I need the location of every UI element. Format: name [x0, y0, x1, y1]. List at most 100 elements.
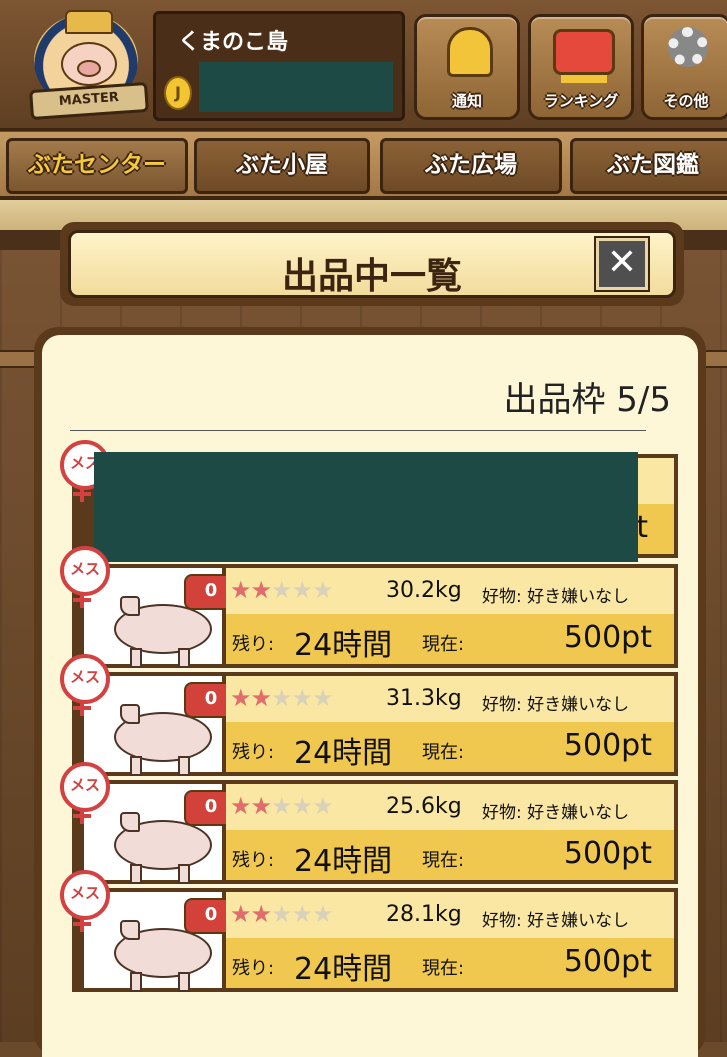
current-label: 現在:	[422, 850, 465, 871]
pig-ear	[120, 812, 140, 832]
female-icon: メス	[60, 762, 110, 824]
female-symbol-cross	[73, 706, 91, 710]
listing-row-top: ★★★★★ 30.2kg 好物: 好き嫌いなし	[226, 568, 674, 614]
nav-tabs: ぶたセンター ぶた小屋 ぶた広場 ぶた図鑑	[0, 132, 727, 200]
ranking-button[interactable]: ランキング	[528, 14, 634, 120]
listing-item[interactable]: 0 ★★★★★ 30.2kg 好物: 好き嫌いなし 残り: 24時間 現在: 5…	[60, 546, 678, 668]
female-symbol-cross	[73, 598, 91, 602]
current-price: 500pt	[563, 728, 652, 763]
tab-pig-encyclopedia[interactable]: ぶた図鑑	[570, 138, 727, 194]
star-empty-icon: ★	[291, 792, 313, 820]
tab-pig-center[interactable]: ぶたセンター	[6, 138, 188, 194]
star-rating: ★★★★★	[230, 900, 334, 928]
pig-weight: 25.6kg	[386, 794, 462, 819]
star-filled-icon: ★	[230, 900, 251, 928]
pig-icon	[114, 812, 212, 884]
star-empty-icon: ★	[312, 684, 333, 712]
listing-info: ★★★★★ 31.3kg 好物: 好き嫌いなし 残り: 24時間 現在: 500…	[226, 676, 674, 772]
listing-row-top: ★★★★★ 25.6kg 好物: 好き嫌いなし	[226, 784, 674, 830]
female-symbol-cross	[73, 814, 91, 818]
pig-likes: 好物: 好き嫌いなし	[482, 911, 630, 931]
divider	[70, 430, 646, 431]
remaining-time: 24時間	[294, 628, 393, 663]
listing-row-bottom: 残り: 24時間 現在: 500pt	[226, 938, 674, 988]
star-empty-icon: ★	[271, 684, 292, 712]
current-label: 現在:	[422, 742, 465, 763]
star-empty-icon: ★	[312, 900, 333, 928]
female-symbol-cross	[73, 492, 91, 496]
star-rating: ★★★★★	[230, 792, 334, 820]
ranking-label: ランキング	[543, 92, 619, 110]
remaining-label: 残り:	[232, 742, 275, 763]
female-symbol-cross	[73, 922, 91, 926]
gender-label: メス	[69, 884, 100, 902]
pig-likes: 好物: 好き嫌いなし	[482, 803, 630, 823]
current-price: 500pt	[563, 620, 652, 655]
pig-ear	[120, 920, 140, 940]
listing-row-top: ★★★★★ 28.1kg 好物: 好き嫌いなし	[226, 892, 674, 938]
pig-leg	[130, 972, 142, 992]
remaining-time: 24時間	[294, 736, 393, 771]
pig-likes: 好物: 好き嫌いなし	[482, 695, 630, 715]
tab-pig-plaza[interactable]: ぶた広場	[380, 138, 562, 194]
female-icon: メス	[60, 654, 110, 716]
current-label: 現在:	[422, 634, 465, 655]
star-empty-icon: ★	[271, 900, 292, 928]
pig-weight: 31.3kg	[386, 686, 462, 711]
pig-leg	[178, 648, 190, 668]
pig-likes: 好物: 好き嫌いなし	[482, 587, 630, 607]
pig-icon	[114, 704, 212, 776]
star-rating: ★★★★★	[230, 576, 334, 604]
star-filled-icon: ★	[230, 792, 251, 820]
dialog-titlebar: 出品中一覧 ✕	[60, 222, 684, 306]
notification-button[interactable]: 通知	[414, 14, 520, 120]
listing-row-top: ★★★★★ 31.3kg 好物: 好き嫌いなし	[226, 676, 674, 722]
star-empty-icon: ★	[312, 792, 333, 820]
star-empty-icon: ★	[271, 792, 292, 820]
pig-leg	[178, 864, 190, 884]
listing-row-bottom: 残り: 24時間 現在: 500pt	[226, 614, 674, 664]
gender-label: メス	[69, 560, 100, 578]
current-price: 500pt	[563, 836, 652, 871]
listing-item[interactable]: 0 ★★★★★ 25.6kg 好物: 好き嫌いなし 残り: 24時間 現在: 5…	[60, 762, 678, 884]
tab-pig-hut[interactable]: ぶた小屋	[194, 138, 370, 194]
star-empty-icon: ★	[291, 900, 313, 928]
top-header: MASTER くまのこ島 J 通知 ランキング その他	[0, 0, 727, 131]
star-rating: ★★★★★	[230, 684, 334, 712]
player-info-box: くまのこ島 J	[153, 11, 405, 121]
remaining-label: 残り:	[232, 634, 275, 655]
listing-item[interactable]: 0 ★★★★★ 31.3kg 好物: 好き嫌いなし 残り: 24時間 現在: 5…	[60, 654, 678, 776]
crown-icon	[553, 29, 615, 75]
pig-icon	[114, 596, 212, 668]
dialog-titlebar-inner: 出品中一覧	[68, 230, 676, 298]
notification-label: 通知	[451, 92, 482, 110]
remaining-label: 残り:	[232, 958, 275, 979]
pig-leg	[130, 864, 142, 884]
player-avatar[interactable]: MASTER	[28, 10, 149, 121]
star-filled-icon: ★	[230, 576, 251, 604]
star-filled-icon: ★	[250, 792, 272, 820]
current-label: 現在:	[422, 958, 465, 979]
star-empty-icon: ★	[291, 684, 313, 712]
listing-row-bottom: 残り: 24時間 現在: 500pt	[226, 830, 674, 880]
listing-info: ★★★★★ 30.2kg 好物: 好き嫌いなし 残り: 24時間 現在: 500…	[226, 568, 674, 664]
close-button[interactable]: ✕	[594, 236, 650, 292]
pig-snout-icon	[77, 60, 101, 77]
star-filled-icon: ★	[250, 684, 272, 712]
female-icon: メス	[60, 870, 110, 932]
slots-counter: 出品枠 5/5	[503, 380, 671, 420]
bell-icon	[447, 27, 493, 77]
other-button[interactable]: その他	[641, 14, 727, 120]
female-icon: メス	[60, 546, 110, 608]
listing-info: ★★★★★ 28.1kg 好物: 好き嫌いなし 残り: 24時間 現在: 500…	[226, 892, 674, 988]
star-filled-icon: ★	[250, 900, 272, 928]
redacted-block	[94, 452, 638, 562]
star-filled-icon: ★	[230, 684, 251, 712]
listing-item[interactable]: 0 ★★★★★ 28.1kg 好物: 好き嫌いなし 残り: 24時間 現在: 5…	[60, 870, 678, 992]
gender-label: メス	[69, 776, 100, 794]
pig-weight: 28.1kg	[386, 902, 462, 927]
other-label: その他	[663, 92, 709, 110]
pig-weight: 30.2kg	[386, 578, 462, 603]
gender-label: メス	[69, 668, 100, 686]
pig-ear	[120, 704, 140, 724]
